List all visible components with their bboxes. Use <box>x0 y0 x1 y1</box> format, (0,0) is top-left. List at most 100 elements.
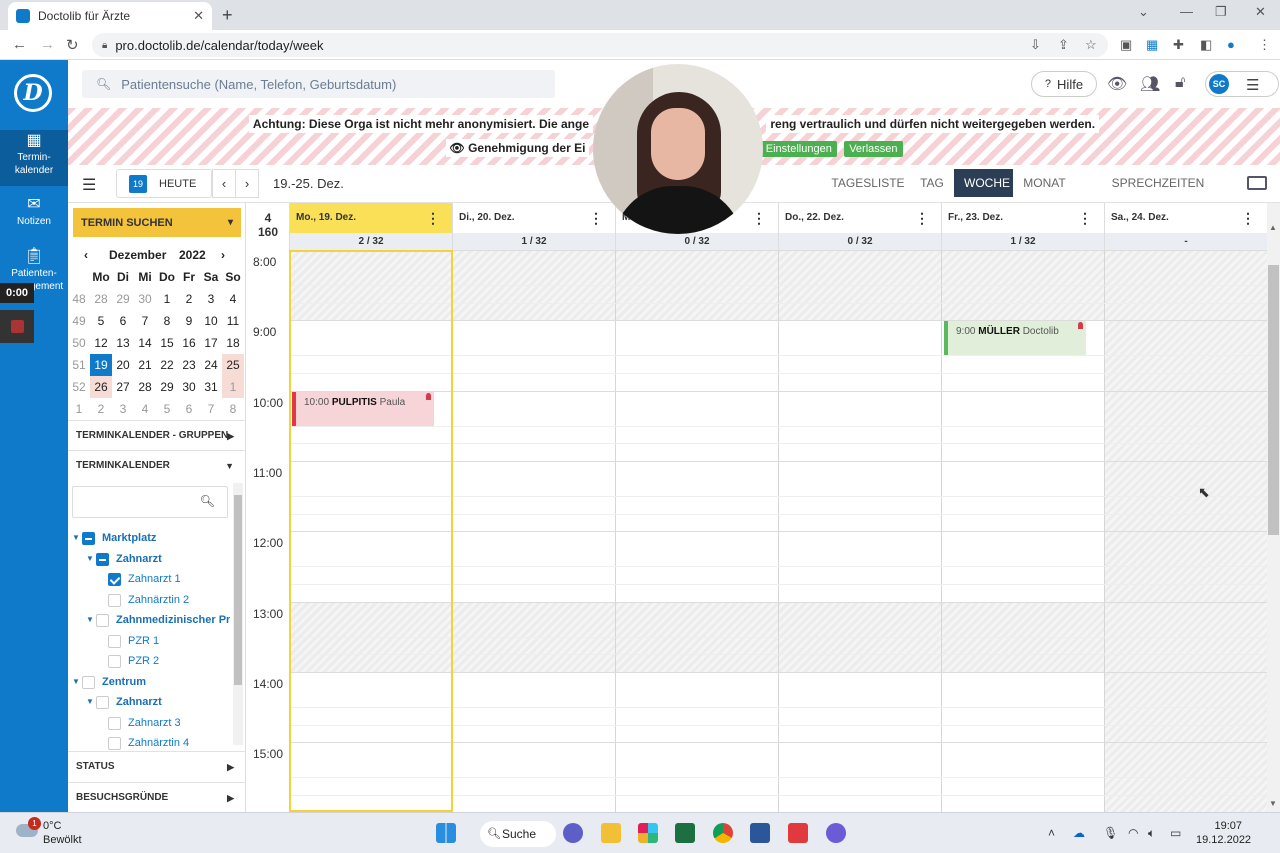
tree-checkbox[interactable] <box>96 614 109 627</box>
lock-icon[interactable]: 🔓︎ <box>1175 74 1185 92</box>
tree-item[interactable]: Zahnarzt 3 <box>68 713 230 734</box>
tree-checkbox[interactable] <box>108 593 121 607</box>
mini-calendar-day[interactable]: 1 <box>222 376 244 398</box>
mini-calendar-day[interactable]: 3 <box>200 288 222 310</box>
caret-down-icon[interactable]: ▼ <box>86 692 94 713</box>
find-appointment-button[interactable]: TERMIN SUCHEN ▾ <box>73 208 241 237</box>
day-header[interactable]: Mo., 19. Dez. ⋮ <box>289 203 452 233</box>
today-button[interactable]: 19 HEUTE <box>116 169 212 198</box>
eye-icon[interactable]: 👁︎ <box>1107 74 1127 94</box>
tree-item[interactable]: ▼ Zahnarzt <box>68 692 230 713</box>
wifi-icon[interactable]: ◠ <box>1128 826 1138 840</box>
menu-dots-icon[interactable]: ⋮ <box>1258 37 1271 53</box>
mini-calendar-day[interactable]: 8 <box>222 398 244 420</box>
calendar-filter-input[interactable]: 🔍︎ <box>72 486 228 518</box>
mini-calendar-day[interactable]: 16 <box>178 332 200 354</box>
tab-tagesliste[interactable]: TAGESLISTE <box>828 165 908 202</box>
anydesk-icon[interactable] <box>788 823 808 843</box>
mini-calendar-day[interactable]: 25 <box>222 354 244 376</box>
section-status[interactable]: STATUS ▶ <box>68 751 246 781</box>
mini-calendar-day[interactable]: 8 <box>156 310 178 332</box>
minimize-icon[interactable]: — <box>1180 4 1193 19</box>
mini-calendar-day[interactable]: 4 <box>222 288 244 310</box>
explorer-icon[interactable] <box>601 823 621 843</box>
excel-icon[interactable] <box>675 823 695 843</box>
mini-calendar-day[interactable]: 5 <box>156 398 178 420</box>
sidebar-item-notes[interactable]: ✉ Notizen <box>0 197 68 228</box>
tree-item[interactable]: ▼ Zahnmedizinischer Pro <box>68 610 230 631</box>
mini-calendar-day[interactable]: 5 <box>90 310 112 332</box>
day-header[interactable]: Sa., 24. Dez. ⋮ <box>1104 203 1267 233</box>
close-tab-icon[interactable]: ✕ <box>193 8 204 24</box>
mini-calendar-day[interactable]: 2 <box>178 288 200 310</box>
tree-checkbox[interactable] <box>96 696 109 709</box>
back-icon[interactable]: ← <box>12 36 27 53</box>
more-vertical-icon[interactable]: ⋮ <box>752 203 766 233</box>
prev-week-button[interactable]: ‹ <box>212 169 236 198</box>
tree-item[interactable]: Zahnärztin 2 <box>68 590 230 611</box>
mini-calendar-day[interactable]: 10 <box>200 310 222 332</box>
day-header[interactable]: Di., 20. Dez.⋮ <box>452 203 615 233</box>
tree-item[interactable]: ▼ Zentrum <box>68 672 230 693</box>
scrollbar-thumb[interactable] <box>234 495 242 685</box>
tree-item[interactable]: PZR 1 <box>68 631 230 652</box>
mini-calendar-day[interactable]: 24 <box>200 354 222 376</box>
user-menu[interactable]: SC ☰ <box>1205 71 1279 97</box>
mini-calendar-day[interactable]: 27 <box>112 376 134 398</box>
mini-calendar-day[interactable]: 20 <box>112 354 134 376</box>
tab-monat[interactable]: MONAT <box>1018 165 1071 202</box>
next-week-button[interactable]: › <box>235 169 259 198</box>
mini-calendar-day[interactable]: 11 <box>222 310 244 332</box>
mini-calendar-day[interactable]: 1 <box>156 288 178 310</box>
mini-calendar-day[interactable]: 13 <box>112 332 134 354</box>
grid-extension-icon[interactable]: ▦ <box>1146 37 1158 53</box>
caret-down-icon[interactable]: ▼ <box>72 672 80 693</box>
help-button[interactable]: ? Hilfe <box>1031 71 1097 97</box>
restore-icon[interactable]: ❐ <box>1215 4 1227 20</box>
more-vertical-icon[interactable]: ⋮ <box>1241 203 1255 233</box>
mini-calendar-day[interactable]: 29 <box>156 376 178 398</box>
mini-calendar-day[interactable]: 22 <box>156 354 178 376</box>
section-calendars[interactable]: TERMINKALENDER ▼ <box>68 450 246 480</box>
chevron-up-icon[interactable]: ˄ <box>1048 826 1055 840</box>
mini-calendar-day[interactable]: 6 <box>112 310 134 332</box>
day-header[interactable]: Fr., 23. Dez. ⋮ <box>941 203 1104 233</box>
monitor-icon[interactable] <box>1247 176 1267 190</box>
word-icon[interactable] <box>750 823 770 843</box>
tree-item[interactable]: ▼ Zahnarzt <box>68 549 230 570</box>
mini-calendar-day[interactable]: 2 <box>90 398 112 420</box>
mini-calendar-day[interactable]: 7 <box>200 398 222 420</box>
app-icon[interactable] <box>826 823 846 843</box>
mini-calendar-day[interactable]: 14 <box>134 332 156 354</box>
day-header[interactable]: Do., 22. Dez. ⋮ <box>778 203 941 233</box>
mini-calendar-day[interactable]: 18 <box>222 332 244 354</box>
url-field[interactable]: 🔒︎ pro.doctolib.de/calendar/today/week <box>92 33 1108 57</box>
clock[interactable]: 19:07 19.12.2022 <box>1196 819 1251 847</box>
caret-down-icon[interactable]: ▼ <box>72 528 80 549</box>
stop-recording-button[interactable] <box>0 310 34 343</box>
scroll-up-icon[interactable]: ▲ <box>1269 223 1277 232</box>
forward-icon[interactable]: → <box>40 36 55 53</box>
mini-calendar-day[interactable]: 28 <box>90 288 112 310</box>
grid-scrollbar[interactable]: ▲ ▼ <box>1267 203 1280 812</box>
chevron-right-icon[interactable]: › <box>221 248 225 262</box>
appointment[interactable]: 9:00 MÜLLER Doctolib <box>944 321 1086 356</box>
sidebar-item-calendar[interactable]: ▦ Termin-kalender <box>0 130 68 186</box>
doctolib-logo[interactable]: D <box>14 74 52 112</box>
users-icon[interactable]: 👥︎ <box>1140 74 1160 94</box>
scrollbar-thumb[interactable] <box>1268 265 1279 535</box>
share-icon[interactable]: ⇪ <box>1058 37 1069 53</box>
mini-calendar-day[interactable]: 21 <box>134 354 156 376</box>
slack-icon[interactable] <box>638 823 658 843</box>
more-vertical-icon[interactable]: ⋮ <box>915 203 929 233</box>
section-calendar-groups[interactable]: TERMINKALENDER - GRUPPEN ▶ <box>68 420 246 450</box>
chrome-icon[interactable] <box>713 823 733 843</box>
scroll-down-icon[interactable]: ▼ <box>1269 799 1277 808</box>
taskbar-search[interactable]: 🔍︎ Suche <box>480 821 556 847</box>
tree-item[interactable]: ▼ Marktplatz <box>68 528 230 549</box>
tab-sprechzeiten[interactable]: SPRECHZEITEN ÄNDERN <box>1088 165 1228 227</box>
camera-icon[interactable]: ▣ <box>1120 37 1132 53</box>
section-visit-reasons[interactable]: BESUCHSGRÜNDE ▶ <box>68 782 246 812</box>
profile-icon[interactable]: ● <box>1227 37 1235 52</box>
chevron-down-icon[interactable]: ⌄ <box>1138 4 1149 20</box>
